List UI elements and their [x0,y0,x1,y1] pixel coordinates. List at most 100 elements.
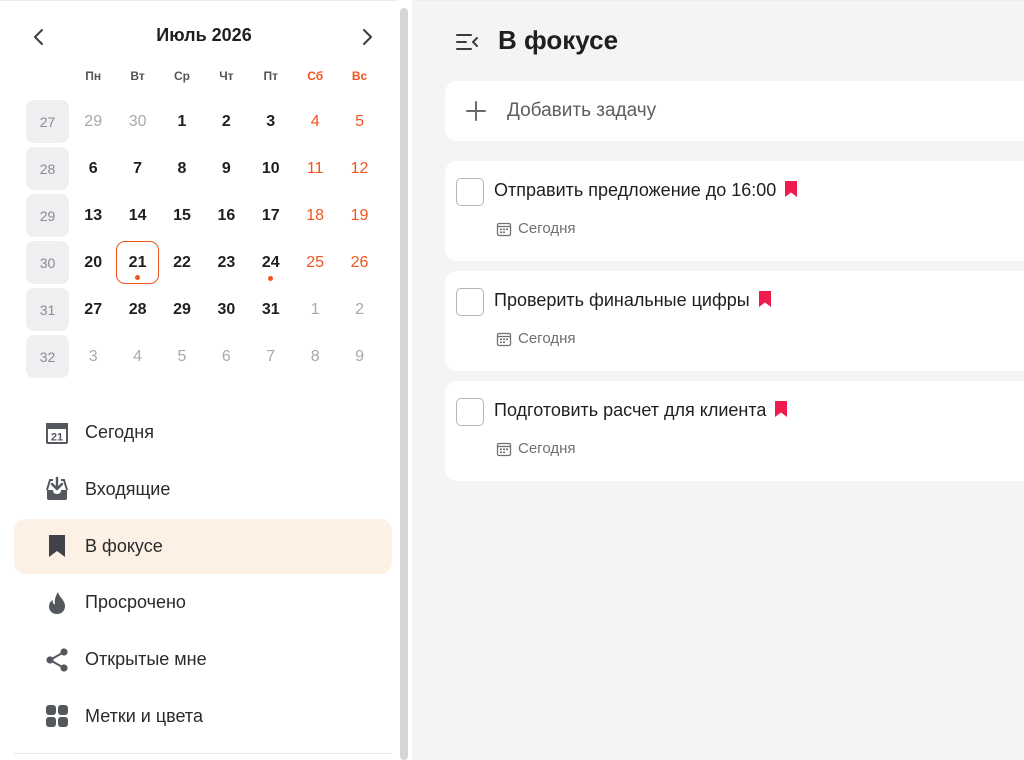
task-due-label: Сегодня [518,330,576,347]
week-number[interactable]: 27 [26,100,69,143]
calendar-day[interactable]: 1 [293,288,337,331]
calendar-day[interactable]: 5 [337,100,381,143]
focus-flag-icon[interactable] [784,180,798,198]
calendar-day-number: 12 [350,159,369,177]
calendar-day[interactable]: 4 [293,100,337,143]
task-title-row[interactable]: Отправить предложение до 16:00 [494,180,798,201]
task-checkbox[interactable] [456,178,484,206]
task-due-date[interactable]: Сегодня [496,330,576,347]
sidebar-item-today[interactable]: 21 Сегодня [14,405,392,460]
sidebar-item-inbox[interactable]: Входящие [14,462,392,517]
task-card[interactable]: Отправить предложение до 16:00 Сегодня [445,161,1024,261]
calendar-day-today[interactable]: 21 [116,241,160,284]
calendar-day[interactable]: 14 [115,194,159,237]
calendar-day[interactable]: 28 [115,288,159,331]
calendar-day[interactable]: 29 [160,288,204,331]
week-number[interactable]: 28 [26,147,69,190]
task-title-row[interactable]: Проверить финальные цифры [494,290,772,311]
calendar-day[interactable]: 30 [204,288,248,331]
calendar-day-number: 1 [310,300,320,318]
weekday-label: Пт [263,69,279,83]
week-number[interactable]: 32 [26,335,69,378]
calendar-day[interactable]: 31 [249,288,293,331]
calendar-day[interactable]: 8 [160,147,204,190]
sidebar-item-label: Входящие [85,478,171,499]
task-due-date[interactable]: Сегодня [496,440,576,457]
calendar-day[interactable]: 23 [204,241,248,284]
calendar-day[interactable]: 27 [71,288,115,331]
task-checkbox[interactable] [456,288,484,316]
calendar-day-number: 15 [173,206,191,224]
calendar-day-number: 9 [221,159,231,177]
calendar-day[interactable]: 30 [115,100,159,143]
task-due-label: Сегодня [518,440,576,457]
sidebar-item-label: В фокусе [85,535,163,556]
calendar-day[interactable]: 4 [115,335,159,378]
weekday-label: Сб [307,69,324,83]
calendar-week-row: 30 20 21 22 23 24 25 26 [26,239,382,286]
calendar-day[interactable]: 17 [249,194,293,237]
week-number[interactable]: 31 [26,288,69,331]
calendar-day-number: 6 [221,347,231,365]
add-task-input[interactable] [507,100,907,122]
calendar-day[interactable]: 16 [204,194,248,237]
calendar-day[interactable]: 13 [71,194,115,237]
calendar-day-number: 20 [84,253,103,271]
sidebar-item-focus[interactable]: В фокусе [14,518,392,574]
calendar-day[interactable]: 29 [71,100,115,143]
week-number[interactable]: 30 [26,241,69,284]
calendar-day[interactable]: 7 [249,335,293,378]
task-checkbox[interactable] [456,398,484,426]
calendar-day[interactable]: 18 [293,194,337,237]
calendar-day[interactable]: 22 [160,241,204,284]
calendar-day-number: 3 [266,112,276,130]
calendar-week-row: 32 3 4 5 6 7 8 9 [26,333,382,380]
next-month-button[interactable] [353,23,381,51]
focus-flag-icon[interactable] [774,400,788,418]
calendar-small-icon [496,442,512,456]
calendar-day[interactable]: 8 [293,335,337,378]
calendar-day[interactable]: 1 [160,100,204,143]
add-task-bar[interactable] [445,81,1024,141]
calendar-day[interactable]: 10 [249,147,293,190]
calendar-day[interactable]: 2 [204,100,248,143]
calendar-day[interactable]: 9 [337,335,381,378]
calendar-day[interactable]: 3 [249,100,293,143]
calendar-day[interactable]: 11 [293,147,337,190]
calendar-day[interactable]: 3 [71,335,115,378]
calendar-day[interactable]: 9 [204,147,248,190]
task-card[interactable]: Подготовить расчет для клиента Сегодня [445,381,1024,481]
calendar-day-number: 22 [173,253,191,271]
calendar-day-number: 2 [355,300,364,318]
calendar-small-icon [496,222,512,236]
calendar-day[interactable]: 7 [115,147,159,190]
scrollbar-thumb[interactable] [400,8,408,760]
collapse-sidebar-button[interactable] [454,29,480,55]
calendar-day-number: 11 [306,159,324,177]
sidebar-scrollbar[interactable] [398,0,412,760]
calendar-day[interactable]: 19 [337,194,381,237]
weekday-label: Вс [351,69,368,83]
calendar-day[interactable]: 6 [204,335,248,378]
calendar-day[interactable]: 25 [293,241,337,284]
calendar-day[interactable]: 6 [71,147,115,190]
calendar-header: Июль 2026 [0,19,398,55]
sidebar-item-tags[interactable]: Метки и цвета [14,689,392,744]
week-number[interactable]: 29 [26,194,69,237]
calendar-day[interactable]: 2 [337,288,381,331]
task-card[interactable]: Проверить финальные цифры Сегодня [445,271,1024,371]
calendar-day[interactable]: 15 [160,194,204,237]
calendar-day[interactable]: 20 [71,241,115,284]
sidebar: Июль 2026 Пн Вт Ср Чт Пт Сб Вс 27 29 30 1 2 3 4 5 28 6 7… [0,0,398,760]
task-title-row[interactable]: Подготовить расчет для клиента [494,400,788,421]
calendar-day[interactable]: 5 [160,335,204,378]
calendar-day[interactable]: 12 [337,147,381,190]
sidebar-item-overdue[interactable]: Просрочено [14,575,392,630]
calendar-day[interactable]: 26 [337,241,381,284]
calendar-day[interactable]: 24 [249,241,293,284]
inbox-icon [44,476,70,502]
task-due-date[interactable]: Сегодня [496,220,576,237]
sidebar-item-shared[interactable]: Открытые мне [14,632,392,687]
calendar-day-number: 13 [84,206,103,224]
focus-flag-icon[interactable] [758,290,772,308]
